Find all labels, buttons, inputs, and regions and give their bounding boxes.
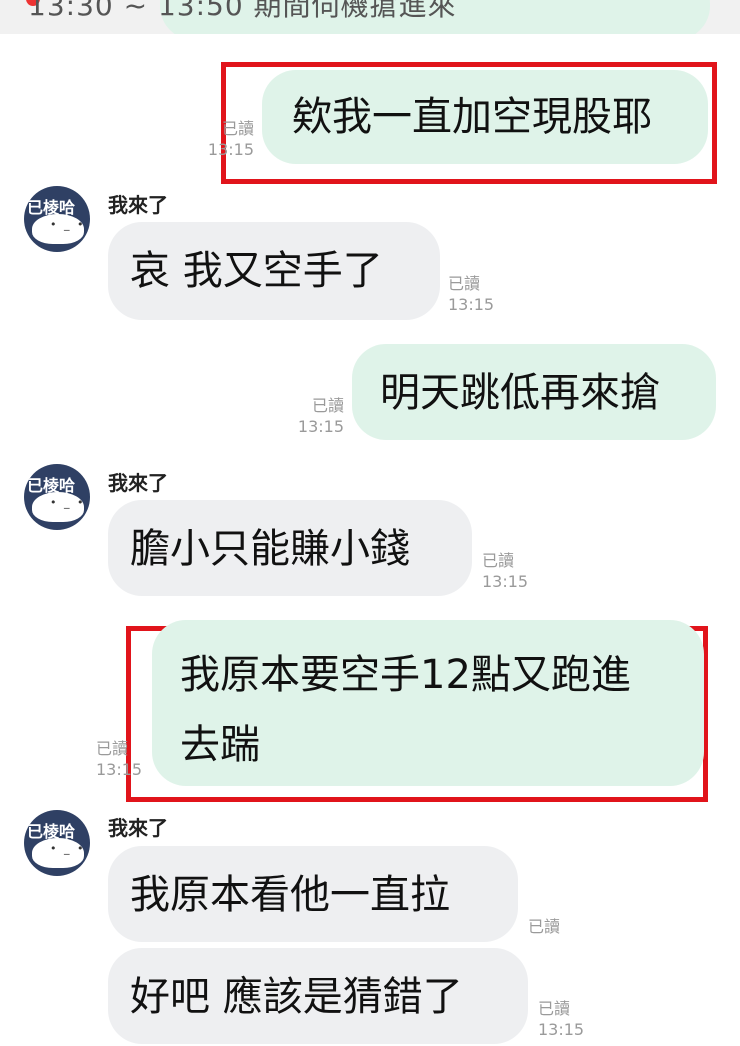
message-time: 13:15	[482, 572, 529, 591]
message-bubble-incoming[interactable]: 好吧 應該是猜錯了	[108, 948, 528, 1044]
message-text: 膽小只能賺小錢	[130, 526, 410, 572]
read-status: 已讀	[221, 119, 254, 138]
message-text: 好吧 應該是猜錯了	[130, 974, 463, 1020]
message-meta: 已讀 13:15	[448, 273, 494, 315]
message-meta: 已讀 13:15	[538, 998, 584, 1040]
message-text-line-2: 去踹	[180, 722, 260, 768]
avatar-eyes: • _ •	[50, 218, 86, 231]
avatar-text: 已棱哈	[27, 822, 76, 841]
message-time: 13:15	[96, 760, 143, 779]
message-time: 13:15	[448, 295, 495, 314]
sender-name: 我來了	[108, 471, 168, 495]
read-status: 已讀	[96, 739, 129, 758]
message-time: 13:15	[297, 417, 344, 436]
sender-name: 我來了	[108, 193, 168, 217]
message-meta: 已讀 13:15	[96, 738, 142, 780]
message-meta: 已讀 13:15	[288, 395, 344, 437]
message-time: 13:15	[538, 1020, 585, 1039]
message-bubble-outgoing[interactable]: 我原本要空手12點又跑進 去踹	[152, 620, 704, 786]
top-partial-text: 13:30 ~ 13:50 期間伺機搶進來	[28, 0, 457, 22]
avatar[interactable]: • _ • 已棱哈	[24, 464, 90, 530]
avatar-text: 已棱哈	[27, 198, 76, 217]
read-status: 已讀	[528, 917, 561, 936]
read-status: 已讀	[448, 274, 481, 293]
read-status: 已讀	[538, 999, 571, 1018]
message-text: 哀 我又空手了	[130, 248, 383, 294]
avatar[interactable]: • _ • 已棱哈	[24, 810, 90, 876]
message-bubble-incoming[interactable]: 我原本看他一直拉	[108, 846, 518, 942]
message-time: 13:15	[207, 140, 254, 159]
message-text: 欸我一直加空現股耶	[292, 94, 652, 140]
message-meta: 已讀 13:15	[196, 118, 254, 160]
message-text-line-1: 我原本要空手12點又跑進	[180, 652, 631, 698]
message-text: 我原本看他一直拉	[130, 872, 450, 918]
top-status-strip: 13:30 ~ 13:50 期間伺機搶進來	[0, 0, 740, 34]
read-status: 已讀	[482, 551, 515, 570]
message-bubble-outgoing[interactable]: 欸我一直加空現股耶	[262, 70, 708, 164]
message-bubble-incoming[interactable]: 膽小只能賺小錢	[108, 500, 472, 596]
avatar-eyes: • _ •	[50, 842, 86, 855]
message-bubble-outgoing[interactable]: 明天跳低再來搶	[352, 344, 716, 440]
sender-name: 我來了	[108, 816, 168, 840]
message-meta: 已讀	[528, 916, 560, 937]
avatar-text: 已棱哈	[27, 476, 76, 495]
message-text: 明天跳低再來搶	[380, 370, 660, 416]
avatar[interactable]: • _ • 已棱哈	[24, 186, 90, 252]
avatar-eyes: • _ •	[50, 496, 86, 509]
message-bubble-incoming[interactable]: 哀 我又空手了	[108, 222, 440, 320]
message-meta: 已讀 13:15	[482, 550, 528, 592]
read-status: 已讀	[311, 396, 344, 415]
